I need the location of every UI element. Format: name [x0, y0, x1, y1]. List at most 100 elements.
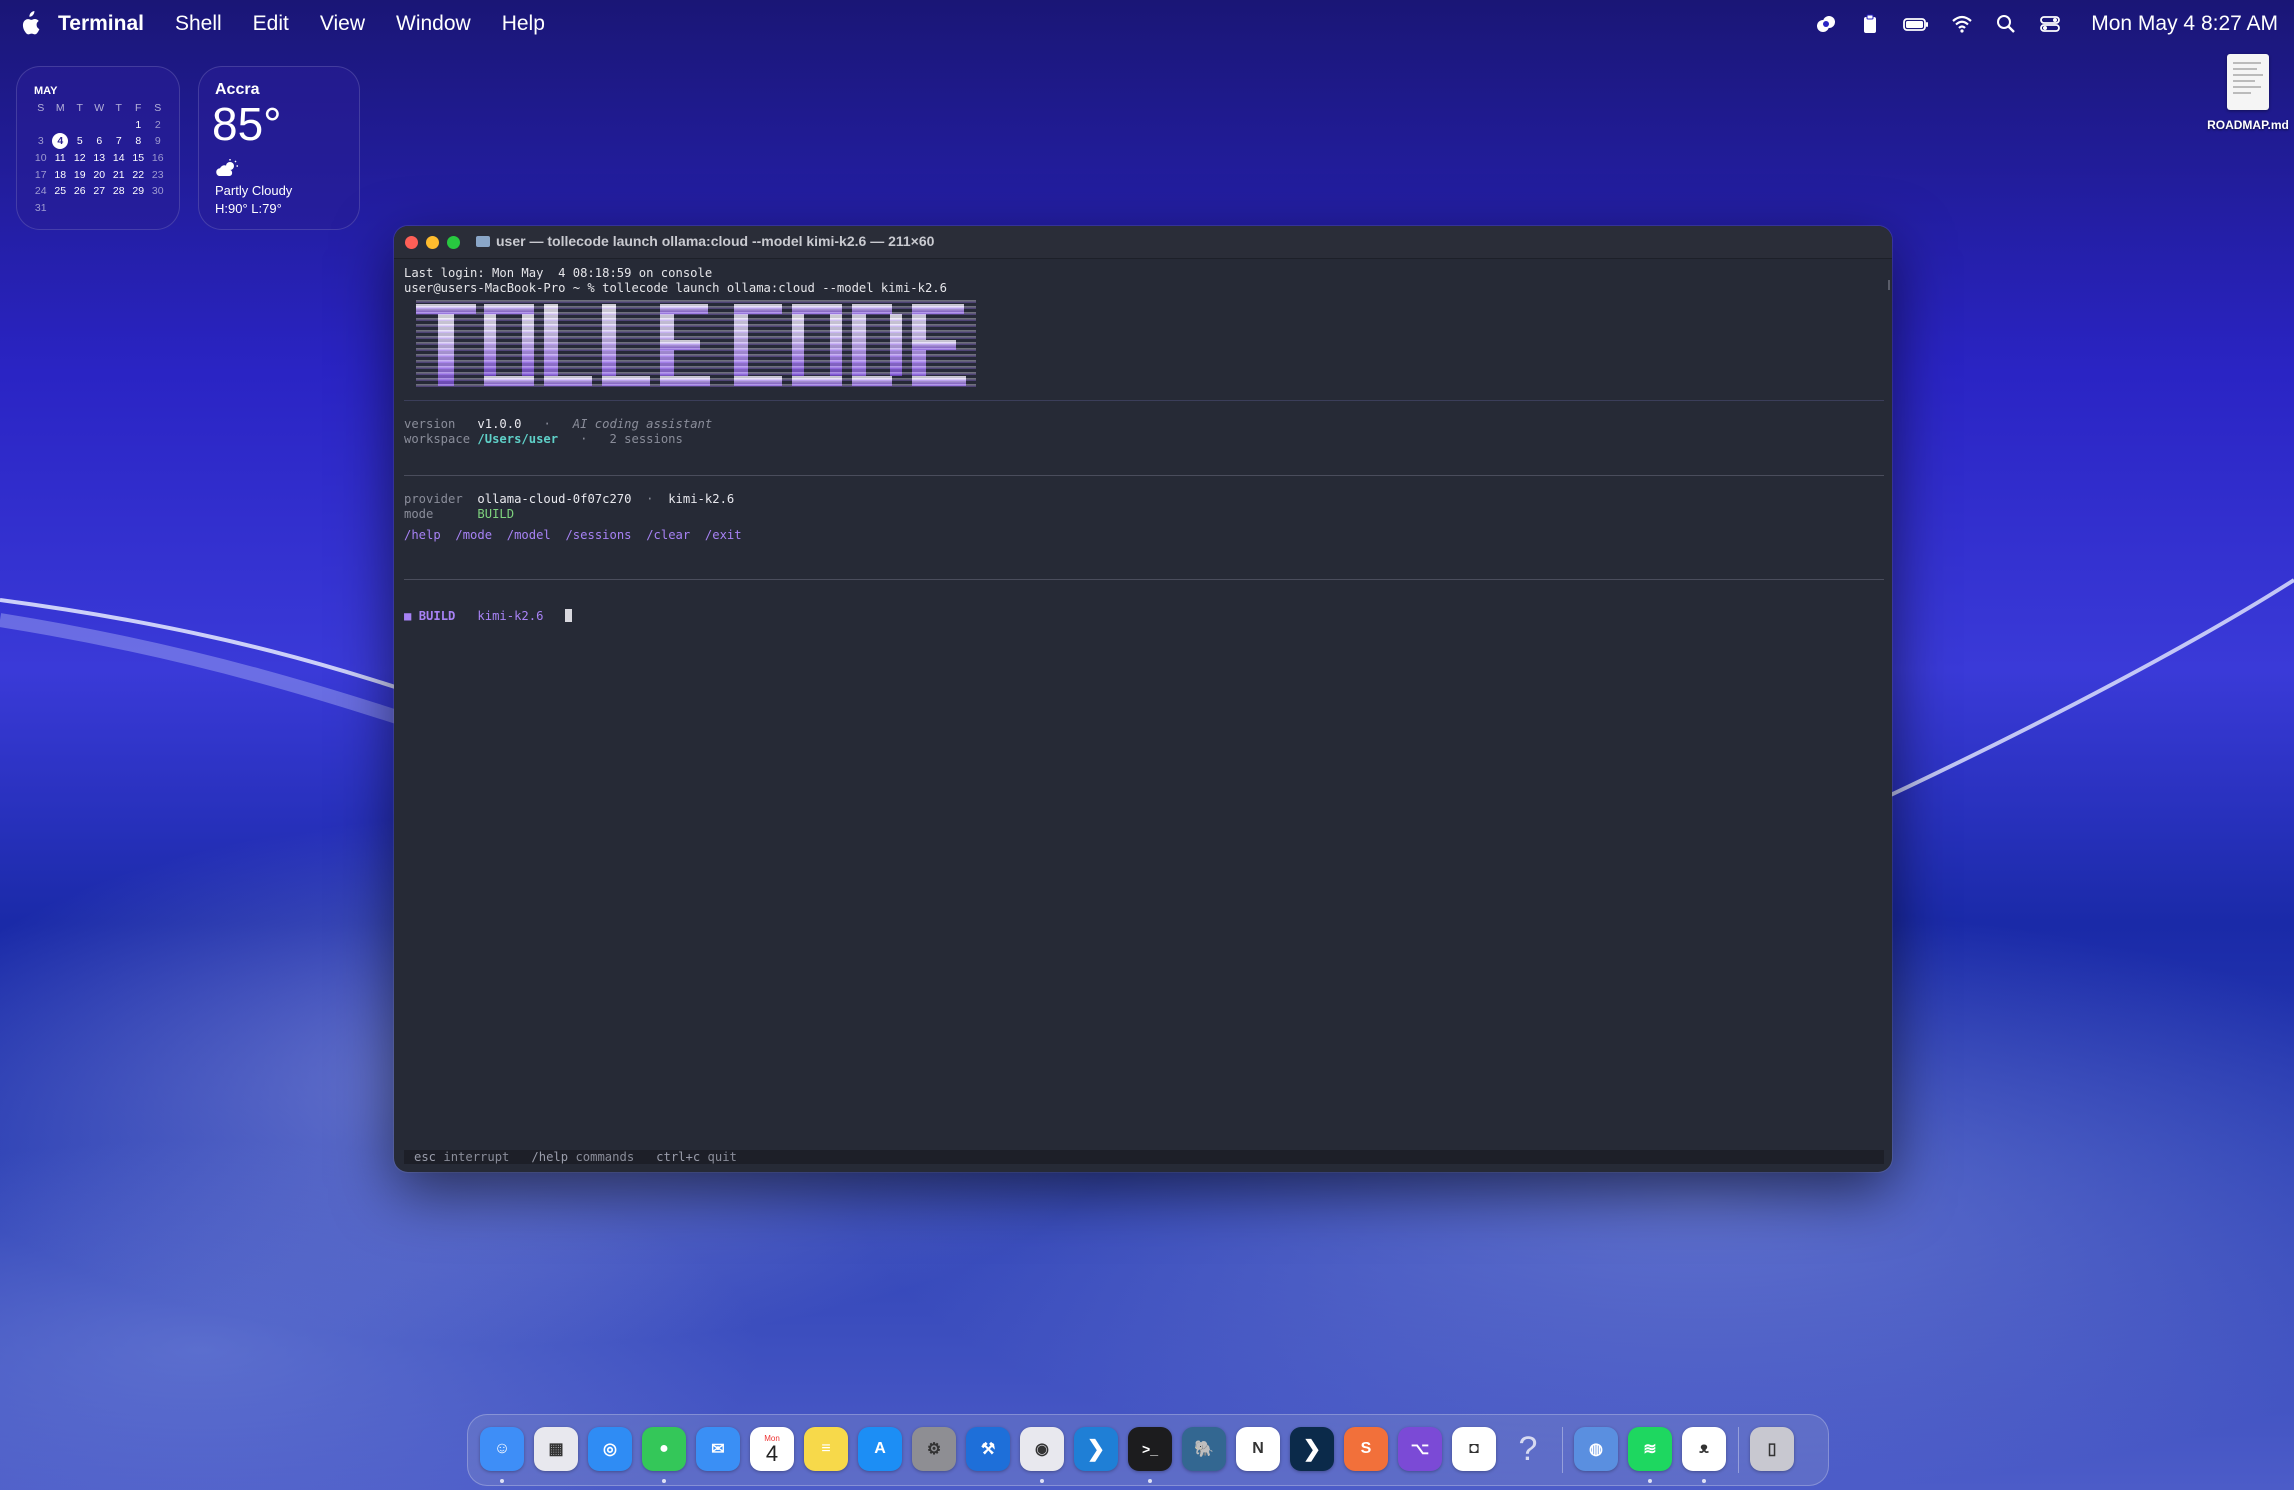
calendar-weekday: W — [94, 102, 105, 114]
calendar-weekday: T — [76, 102, 83, 114]
calendar-day: 26 — [73, 185, 86, 197]
dock-chrome-icon[interactable]: ◉ — [1020, 1427, 1064, 1471]
status-mode: BUILD — [418, 609, 456, 623]
menubar-clock[interactable]: Mon May 4 8:27 AM — [2091, 12, 2278, 36]
menu-help[interactable]: Help — [502, 12, 545, 36]
calendar-day: 5 — [76, 135, 83, 147]
workspace-line: workspace /Users/user · 2 sessions — [404, 432, 683, 446]
dock-separator — [1562, 1427, 1563, 1473]
calendar-day: 16 — [151, 152, 164, 164]
calendar-day: 31 — [34, 201, 47, 214]
wifi-icon[interactable] — [1951, 13, 1973, 35]
dock-terminal-icon[interactable]: >_ — [1128, 1427, 1172, 1471]
weather-widget[interactable]: Accra 85° Partly Cloudy H:90° L:79° — [198, 66, 360, 230]
provider-line: provider ollama-cloud-0f07c270 · kimi-k2… — [404, 492, 735, 506]
cmd-exit[interactable]: /exit — [705, 528, 742, 542]
calendar-day — [70, 118, 90, 133]
dock-notes-icon[interactable]: ≡ — [804, 1427, 848, 1471]
dock-github-desktop-icon[interactable]: ⌥ — [1398, 1427, 1442, 1471]
menu-bar: Terminal Shell Edit View Window Help Mon… — [0, 0, 2294, 48]
dock-launchpad-icon[interactable]: ▦ — [534, 1427, 578, 1471]
menu-view[interactable]: View — [320, 12, 365, 36]
scrollbar[interactable] — [1888, 280, 1890, 290]
dock-calendar-date: 4 — [765, 1440, 779, 1466]
cmd-mode[interactable]: /mode — [455, 528, 492, 542]
apple-menu-icon[interactable] — [18, 11, 40, 37]
dock-mail-icon[interactable]: ✉ — [696, 1427, 740, 1471]
dock-safari-icon[interactable]: ◎ — [588, 1427, 632, 1471]
calendar-day: 6 — [96, 135, 103, 147]
terminal-window[interactable]: user — tollecode launch ollama:cloud --m… — [394, 226, 1892, 1172]
menu-edit[interactable]: Edit — [253, 12, 289, 36]
terminal-content[interactable]: Last login: Mon May 4 08:18:59 on consol… — [404, 264, 1884, 1172]
calendar-month: MAY — [34, 85, 58, 97]
menu-shell[interactable]: Shell — [175, 12, 222, 36]
dock-help-icon[interactable]: ? — [1506, 1427, 1550, 1471]
dock-calendar-icon[interactable]: Mon 4 — [750, 1427, 794, 1471]
dock-finder-icon[interactable]: ☺ — [480, 1427, 524, 1471]
dock-running-indicator — [1148, 1479, 1152, 1483]
calendar-weekday: S — [37, 102, 45, 114]
mode-line: mode BUILD — [404, 507, 515, 521]
control-center-icon[interactable] — [2039, 13, 2061, 35]
dock-postgres-icon[interactable]: 🐘 — [1182, 1427, 1226, 1471]
cmd-help[interactable]: /help — [404, 528, 441, 542]
calendar-day — [70, 201, 90, 216]
partly-cloudy-icon — [216, 159, 238, 176]
calendar-day: 1 — [135, 118, 142, 131]
terminal-titlebar[interactable]: user — tollecode launch ollama:cloud --m… — [394, 226, 1892, 259]
cmd-sessions[interactable]: /sessions — [565, 528, 631, 542]
zoom-button[interactable] — [447, 236, 460, 249]
footer-help-bar: esc interrupt /help commands ctrl+c quit — [404, 1150, 1884, 1164]
calendar-day — [51, 201, 71, 216]
mode-indicator-icon: ■ — [404, 609, 412, 623]
dock-ollama-icon[interactable]: ᴥ — [1682, 1427, 1726, 1471]
footer-hints: esc interrupt /help commands ctrl+c quit — [414, 1150, 737, 1164]
menu-app-terminal[interactable]: Terminal — [58, 12, 144, 36]
calendar-day: 14 — [112, 152, 125, 164]
dock-game-controller-icon[interactable]: ◘ — [1452, 1427, 1496, 1471]
battery-icon[interactable] — [1903, 13, 1929, 35]
dock-prompt-icon[interactable]: ❯ — [1290, 1427, 1334, 1471]
creative-cloud-icon[interactable] — [1815, 13, 1837, 35]
calendar-day: 25 — [54, 185, 67, 197]
spotlight-search-icon[interactable] — [1995, 13, 2017, 35]
folder-icon — [476, 235, 490, 247]
text-cursor[interactable] — [565, 609, 573, 622]
calendar-widget[interactable]: MAY S M T W T F S 1 2 3 4 5 6 7 8 9 10 11 12 13 14 15 16 17 18 19… — [16, 66, 180, 230]
calendar-day: 27 — [93, 185, 106, 197]
calendar-day: 12 — [73, 152, 86, 164]
input-status-line[interactable]: ■ BUILD kimi-k2.6 — [404, 609, 573, 623]
window-title-text: user — tollecode launch ollama:cloud --m… — [496, 233, 935, 249]
dock-xcode-icon[interactable]: ⚒ — [966, 1427, 1010, 1471]
dock: ☺ ▦ ◎ ● ✉ Mon 4 ≡ A ⚙ ⚒ ◉ ❯ >_ 🐘 N ❯ S ⌥ ◘? ◍ ≋ ᴥ ▯ — [467, 1414, 1829, 1486]
desktop-file-roadmap[interactable]: ROADMAP.md — [2206, 54, 2290, 132]
dock-running-indicator — [500, 1479, 504, 1483]
calendar-weekday: F — [135, 102, 142, 114]
dock-separator — [1738, 1427, 1739, 1473]
menu-window[interactable]: Window — [396, 12, 471, 36]
calendar-day: 10 — [34, 152, 47, 164]
weather-high-low: H:90° L:79° — [215, 201, 282, 216]
dock-disk-utility-icon[interactable]: ◍ — [1574, 1427, 1618, 1471]
dock-running-indicator — [1040, 1479, 1044, 1483]
calendar-day — [129, 201, 149, 216]
clipboard-icon[interactable] — [1859, 13, 1881, 35]
dock-system-settings-icon[interactable]: ⚙ — [912, 1427, 956, 1471]
dock-notion-icon[interactable]: N — [1236, 1427, 1280, 1471]
status-model: kimi-k2.6 — [477, 609, 544, 623]
calendar-day — [109, 201, 129, 216]
calendar-day: 17 — [34, 168, 47, 181]
cmd-model[interactable]: /model — [507, 528, 551, 542]
close-button[interactable] — [405, 236, 418, 249]
dock-vscode-icon[interactable]: ❯ — [1074, 1427, 1118, 1471]
dock-suno-icon[interactable]: S — [1344, 1427, 1388, 1471]
calendar-weekday: M — [55, 102, 65, 114]
dock-spotify-icon[interactable]: ≋ — [1628, 1427, 1672, 1471]
dock-messages-icon[interactable]: ● — [642, 1427, 686, 1471]
dock-trash-icon[interactable]: ▯ — [1750, 1427, 1794, 1471]
calendar-day: 7 — [115, 135, 122, 147]
cmd-clear[interactable]: /clear — [646, 528, 690, 542]
dock-app-store-icon[interactable]: A — [858, 1427, 902, 1471]
minimize-button[interactable] — [426, 236, 439, 249]
